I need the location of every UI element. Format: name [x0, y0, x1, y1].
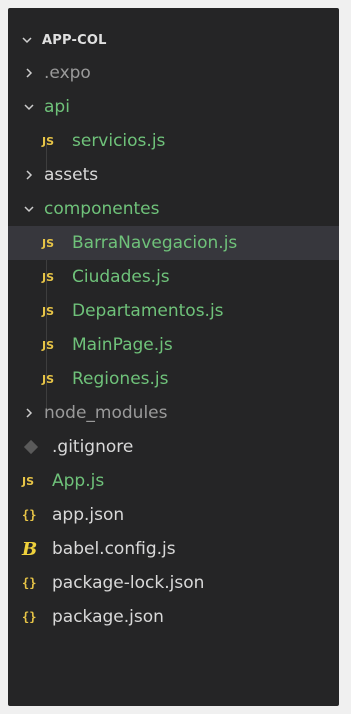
js-icon: JS	[42, 236, 55, 250]
file-item[interactable]: {} package.json	[8, 600, 339, 634]
chevron-right-icon[interactable]	[22, 406, 36, 420]
file-item[interactable]: JS Regiones.js	[8, 362, 339, 396]
file-item[interactable]: JS Departamentos.js	[8, 294, 339, 328]
file-item[interactable]: Bbabel.config.js	[8, 532, 339, 566]
js-icon: JS	[42, 304, 55, 318]
chevron-right-icon[interactable]	[22, 66, 36, 80]
item-label: .gitignore	[52, 437, 134, 457]
json-icon: {}	[22, 610, 37, 624]
file-item[interactable]: JS App.js	[8, 464, 339, 498]
js-icon: JS	[22, 474, 35, 488]
item-label: package.json	[52, 607, 164, 627]
file-item[interactable]: {} app.json	[8, 498, 339, 532]
item-label: babel.config.js	[52, 539, 176, 559]
explorer-root[interactable]: APP-COL	[8, 28, 339, 52]
babel-icon: B	[22, 538, 38, 560]
file-item[interactable]: {} package-lock.json	[8, 566, 339, 600]
file-item[interactable]: JS servicios.js	[8, 124, 339, 158]
folder-item[interactable]: componentes	[8, 192, 339, 226]
item-label: api	[44, 97, 70, 117]
js-icon: JS	[42, 372, 55, 386]
item-label: App.js	[52, 471, 105, 491]
item-label: .expo	[44, 63, 91, 83]
item-label: MainPage.js	[72, 335, 173, 355]
folder-item[interactable]: node_modules	[8, 396, 339, 430]
chevron-right-icon[interactable]	[22, 168, 36, 182]
git-icon	[22, 439, 44, 455]
explorer-root-label: APP-COL	[42, 32, 107, 48]
item-label: assets	[44, 165, 99, 185]
chevron-down-icon[interactable]	[22, 100, 36, 114]
chevron-down-icon[interactable]	[22, 202, 36, 216]
item-label: Regiones.js	[72, 369, 169, 389]
js-icon: JS	[42, 270, 55, 284]
item-label: node_modules	[44, 403, 168, 423]
file-item[interactable]: JS BarraNavegacion.js	[8, 226, 339, 260]
item-label: app.json	[52, 505, 125, 525]
folder-item[interactable]: .expo	[8, 56, 339, 90]
chevron-down-icon[interactable]	[20, 33, 34, 47]
item-label: Departamentos.js	[72, 301, 224, 321]
folder-item[interactable]: api	[8, 90, 339, 124]
item-label: BarraNavegacion.js	[72, 233, 238, 253]
file-item[interactable]: JS Ciudades.js	[8, 260, 339, 294]
item-label: servicios.js	[72, 131, 166, 151]
item-label: componentes	[44, 199, 160, 219]
file-explorer-panel: APP-COL .expo api JS servicios.js assets comp…	[8, 8, 339, 706]
js-icon: JS	[42, 134, 55, 148]
item-label: package-lock.json	[52, 573, 205, 593]
json-icon: {}	[22, 508, 37, 522]
folder-item[interactable]: assets	[8, 158, 339, 192]
file-item[interactable]: JS MainPage.js	[8, 328, 339, 362]
js-icon: JS	[42, 338, 55, 352]
json-icon: {}	[22, 576, 37, 590]
file-item[interactable]: .gitignore	[8, 430, 339, 464]
item-label: Ciudades.js	[72, 267, 170, 287]
